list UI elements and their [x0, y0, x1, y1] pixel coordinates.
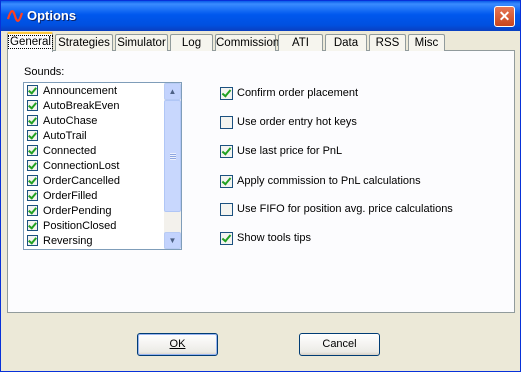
tab-misc[interactable]: Misc [408, 34, 445, 51]
checkbox[interactable] [220, 203, 233, 216]
list-item[interactable]: ConnectionLost [24, 159, 165, 174]
checkbox[interactable] [27, 205, 38, 216]
list-item[interactable]: OrderCancelled [24, 174, 165, 189]
tab-general[interactable]: General [7, 32, 53, 52]
checkbox[interactable] [27, 115, 38, 126]
window-title: Options [27, 8, 77, 23]
sounds-label: Sounds: [24, 66, 65, 78]
scroll-up-button[interactable]: ▲ [164, 83, 181, 100]
checkbox[interactable] [220, 175, 233, 188]
checkbox[interactable] [27, 235, 38, 246]
list-item[interactable]: OrderFilled [24, 189, 165, 204]
close-button[interactable]: ✕ [494, 6, 515, 27]
checkbox[interactable] [27, 130, 38, 141]
tab-data[interactable]: Data [325, 34, 367, 51]
tab-simulator[interactable]: Simulator [115, 34, 168, 51]
checkbox[interactable] [27, 175, 38, 186]
chevron-up-icon: ▲ [168, 87, 177, 96]
checkbox[interactable] [220, 87, 233, 100]
tab-rss[interactable]: RSS [369, 34, 406, 51]
checkbox[interactable] [220, 232, 233, 245]
tab-ati[interactable]: ATI [278, 34, 323, 51]
checkbox[interactable] [27, 220, 38, 231]
ok-button[interactable]: OK [137, 333, 218, 356]
list-item[interactable]: Announcement [24, 84, 165, 99]
close-icon: ✕ [498, 8, 511, 24]
cancel-button[interactable]: Cancel [299, 333, 380, 356]
scroll-down-button[interactable]: ▼ [164, 232, 181, 249]
list-item[interactable]: AutoTrail [24, 129, 165, 144]
list-item[interactable]: Connected [24, 144, 165, 159]
list-item[interactable]: AutoChase [24, 114, 165, 129]
title-bar[interactable]: Options ✕ [1, 1, 520, 31]
sounds-list[interactable]: Announcement AutoBreakEven AutoChase Aut… [23, 82, 182, 250]
tab-log[interactable]: Log [170, 34, 213, 51]
sounds-list-items: Announcement AutoBreakEven AutoChase Aut… [24, 84, 165, 249]
list-item[interactable]: OrderPending [24, 204, 165, 219]
checkbox[interactable] [220, 116, 233, 129]
grip-icon [170, 153, 176, 160]
chevron-down-icon: ▼ [168, 236, 177, 245]
checkbox[interactable] [220, 145, 233, 158]
checkbox[interactable] [27, 190, 38, 201]
tab-strategies[interactable]: Strategies [55, 34, 113, 51]
checkbox[interactable] [27, 145, 38, 156]
app-icon [7, 10, 23, 22]
scroll-thumb[interactable] [164, 100, 181, 212]
checkbox[interactable] [27, 85, 38, 96]
tab-commission[interactable]: Commission [215, 34, 279, 51]
checkbox[interactable] [27, 100, 38, 111]
sounds-scrollbar[interactable]: ▲ ▼ [164, 83, 181, 249]
checkbox[interactable] [27, 160, 38, 171]
list-item[interactable]: PositionClosed [24, 219, 165, 234]
list-item[interactable]: AutoBreakEven [24, 99, 165, 114]
list-item[interactable]: Reversing [24, 234, 165, 249]
options-dialog: Options ✕ General Strategies Simulator L… [0, 0, 521, 372]
